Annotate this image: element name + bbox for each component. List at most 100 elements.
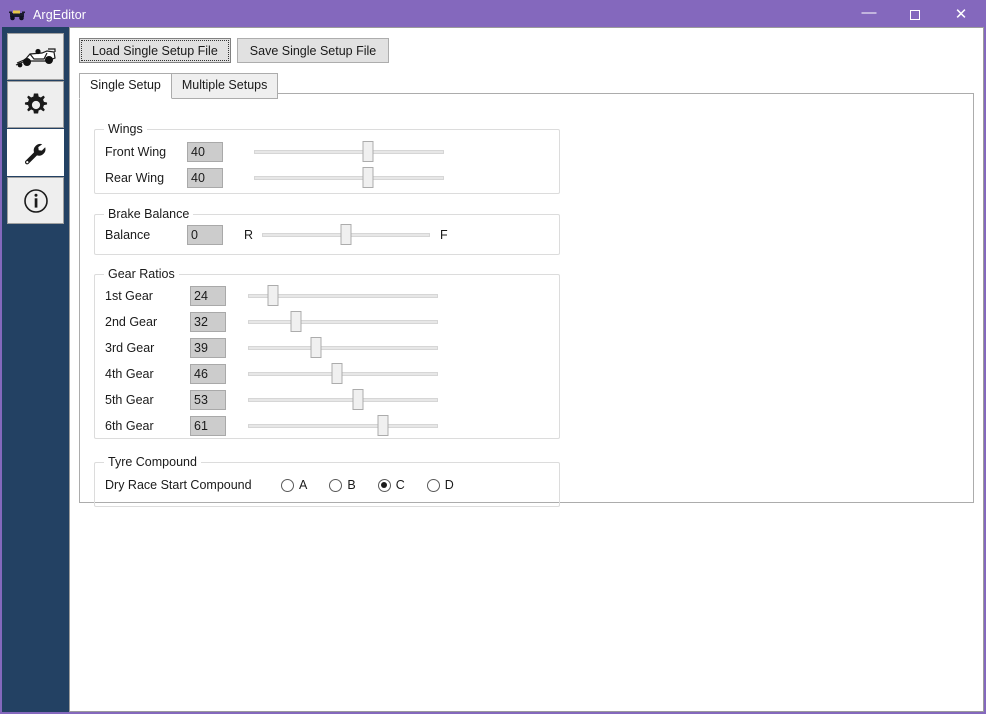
- row-rear-wing: Rear Wing 40: [105, 167, 550, 189]
- gear-slider[interactable]: [248, 337, 438, 358]
- window-body: Load Single Setup File Save Single Setup…: [2, 27, 984, 712]
- row-1st-gear: 1st Gear 24: [105, 285, 550, 307]
- radio-option-b[interactable]: B: [329, 478, 356, 492]
- dry-race-start-compound-label: Dry Race Start Compound: [105, 478, 252, 492]
- gear-label: 4th Gear: [105, 367, 154, 381]
- slider-thumb[interactable]: [362, 141, 374, 162]
- group-wings-title: Wings: [104, 122, 147, 136]
- tab-multiple-setups[interactable]: Multiple Setups: [170, 73, 279, 99]
- slider-track: [254, 150, 444, 154]
- toolbar: Load Single Setup File Save Single Setup…: [79, 38, 390, 63]
- rear-wing-value: 40: [187, 168, 223, 188]
- front-wing-value: 40: [187, 142, 223, 162]
- radio-label: C: [395, 478, 405, 492]
- row-balance: Balance 0 R F: [105, 224, 550, 246]
- gear-label: 2nd Gear: [105, 315, 158, 329]
- gear-slider[interactable]: [248, 363, 438, 384]
- balance-front-label: F: [440, 228, 448, 242]
- gear-slider[interactable]: [248, 415, 438, 436]
- sidebar-item-info[interactable]: [7, 177, 64, 224]
- row-4th-gear: 4th Gear 46: [105, 363, 550, 385]
- maximize-button[interactable]: [892, 2, 938, 27]
- tab-single-setup[interactable]: Single Setup: [79, 73, 172, 99]
- balance-slider[interactable]: [262, 224, 431, 245]
- radio-label: D: [444, 478, 454, 492]
- radio-option-a[interactable]: A: [281, 478, 307, 492]
- group-brake-balance: Brake Balance Balance 0 R F: [94, 207, 560, 255]
- wrench-icon: [24, 143, 45, 164]
- radio-icon[interactable]: [281, 478, 294, 492]
- window-controls: — ✕: [846, 2, 984, 27]
- slider-track: [248, 346, 438, 350]
- radio-label: B: [347, 478, 356, 492]
- group-gear-ratios-title: Gear Ratios: [104, 267, 179, 281]
- slider-thumb[interactable]: [362, 167, 374, 188]
- load-single-setup-file-button[interactable]: Load Single Setup File: [79, 38, 231, 63]
- radio-label: A: [299, 478, 308, 492]
- title-bar: ArgEditor — ✕: [2, 2, 984, 27]
- balance-label: Balance: [105, 228, 151, 242]
- radio-icon[interactable]: [426, 478, 440, 492]
- tab-strip: Single Setup Multiple Setups: [79, 73, 279, 99]
- race-car-icon: [15, 47, 56, 67]
- minimize-button[interactable]: —: [846, 2, 892, 27]
- radio-icon[interactable]: [377, 478, 391, 492]
- gear-value: 46: [190, 364, 226, 384]
- slider-thumb[interactable]: [331, 363, 343, 384]
- group-wings: Wings Front Wing 40 Rear Wing 40: [94, 122, 560, 194]
- gear-label: 3rd Gear: [105, 341, 155, 355]
- radio-option-c[interactable]: C: [377, 478, 405, 492]
- row-2nd-gear: 2nd Gear 32: [105, 311, 550, 333]
- gear-value: 39: [190, 338, 226, 358]
- maximize-icon: [910, 9, 920, 20]
- slider-track: [248, 372, 438, 376]
- gear-slider[interactable]: [248, 311, 438, 332]
- slider-thumb[interactable]: [377, 415, 389, 436]
- race-car-icon: [9, 8, 25, 22]
- info-icon: [23, 188, 48, 213]
- group-tyre-compound-title: Tyre Compound: [104, 455, 201, 469]
- sidebar: [2, 27, 69, 712]
- row-6th-gear: 6th Gear 61: [105, 415, 550, 437]
- row-dry-race-start-compound: Dry Race Start Compound A B C D: [105, 474, 550, 496]
- rear-wing-slider[interactable]: [254, 167, 444, 188]
- gear-slider[interactable]: [248, 285, 438, 306]
- window-title: ArgEditor: [33, 7, 87, 22]
- slider-track: [254, 176, 444, 180]
- close-button[interactable]: ✕: [938, 2, 984, 27]
- save-single-setup-file-button[interactable]: Save Single Setup File: [236, 38, 390, 63]
- slider-thumb[interactable]: [310, 337, 322, 358]
- gear-label: 6th Gear: [105, 419, 154, 433]
- balance-rear-label: R: [244, 228, 254, 242]
- row-front-wing: Front Wing 40: [105, 141, 550, 163]
- row-5th-gear: 5th Gear 53: [105, 389, 550, 411]
- app-window: ArgEditor — ✕ Load Single Setup File Sav…: [0, 0, 986, 714]
- radio-option-d[interactable]: D: [426, 478, 454, 492]
- balance-value: 0: [187, 225, 223, 245]
- client-area: Load Single Setup File Save Single Setup…: [69, 27, 984, 712]
- sidebar-item-tools[interactable]: [7, 129, 64, 176]
- front-wing-label: Front Wing: [105, 145, 167, 159]
- radio-icon[interactable]: [329, 478, 343, 492]
- slider-track: [248, 424, 438, 428]
- slider-track: [248, 398, 438, 402]
- gear-label: 5th Gear: [105, 393, 154, 407]
- group-brake-balance-title: Brake Balance: [104, 207, 194, 221]
- sidebar-item-settings[interactable]: [7, 81, 64, 128]
- slider-thumb[interactable]: [340, 224, 352, 245]
- slider-thumb[interactable]: [290, 311, 301, 332]
- group-gear-ratios: Gear Ratios 1st Gear 24 2nd Gear 32 3rd …: [94, 267, 560, 439]
- gear-slider[interactable]: [248, 389, 438, 410]
- gear-value: 53: [190, 390, 226, 410]
- rear-wing-label: Rear Wing: [105, 171, 165, 185]
- gear-label: 1st Gear: [105, 289, 153, 303]
- sidebar-item-car[interactable]: [7, 33, 64, 80]
- gear-icon: [24, 93, 47, 113]
- tab-panel-single-setup: Wings Front Wing 40 Rear Wing 40 Brake B…: [79, 93, 974, 507]
- gear-value: 24: [190, 286, 226, 306]
- slider-thumb[interactable]: [267, 285, 279, 306]
- slider-thumb[interactable]: [352, 389, 364, 410]
- group-tyre-compound: Tyre Compound Dry Race Start Compound A …: [94, 455, 560, 507]
- gear-value: 61: [190, 416, 226, 436]
- front-wing-slider[interactable]: [254, 141, 444, 162]
